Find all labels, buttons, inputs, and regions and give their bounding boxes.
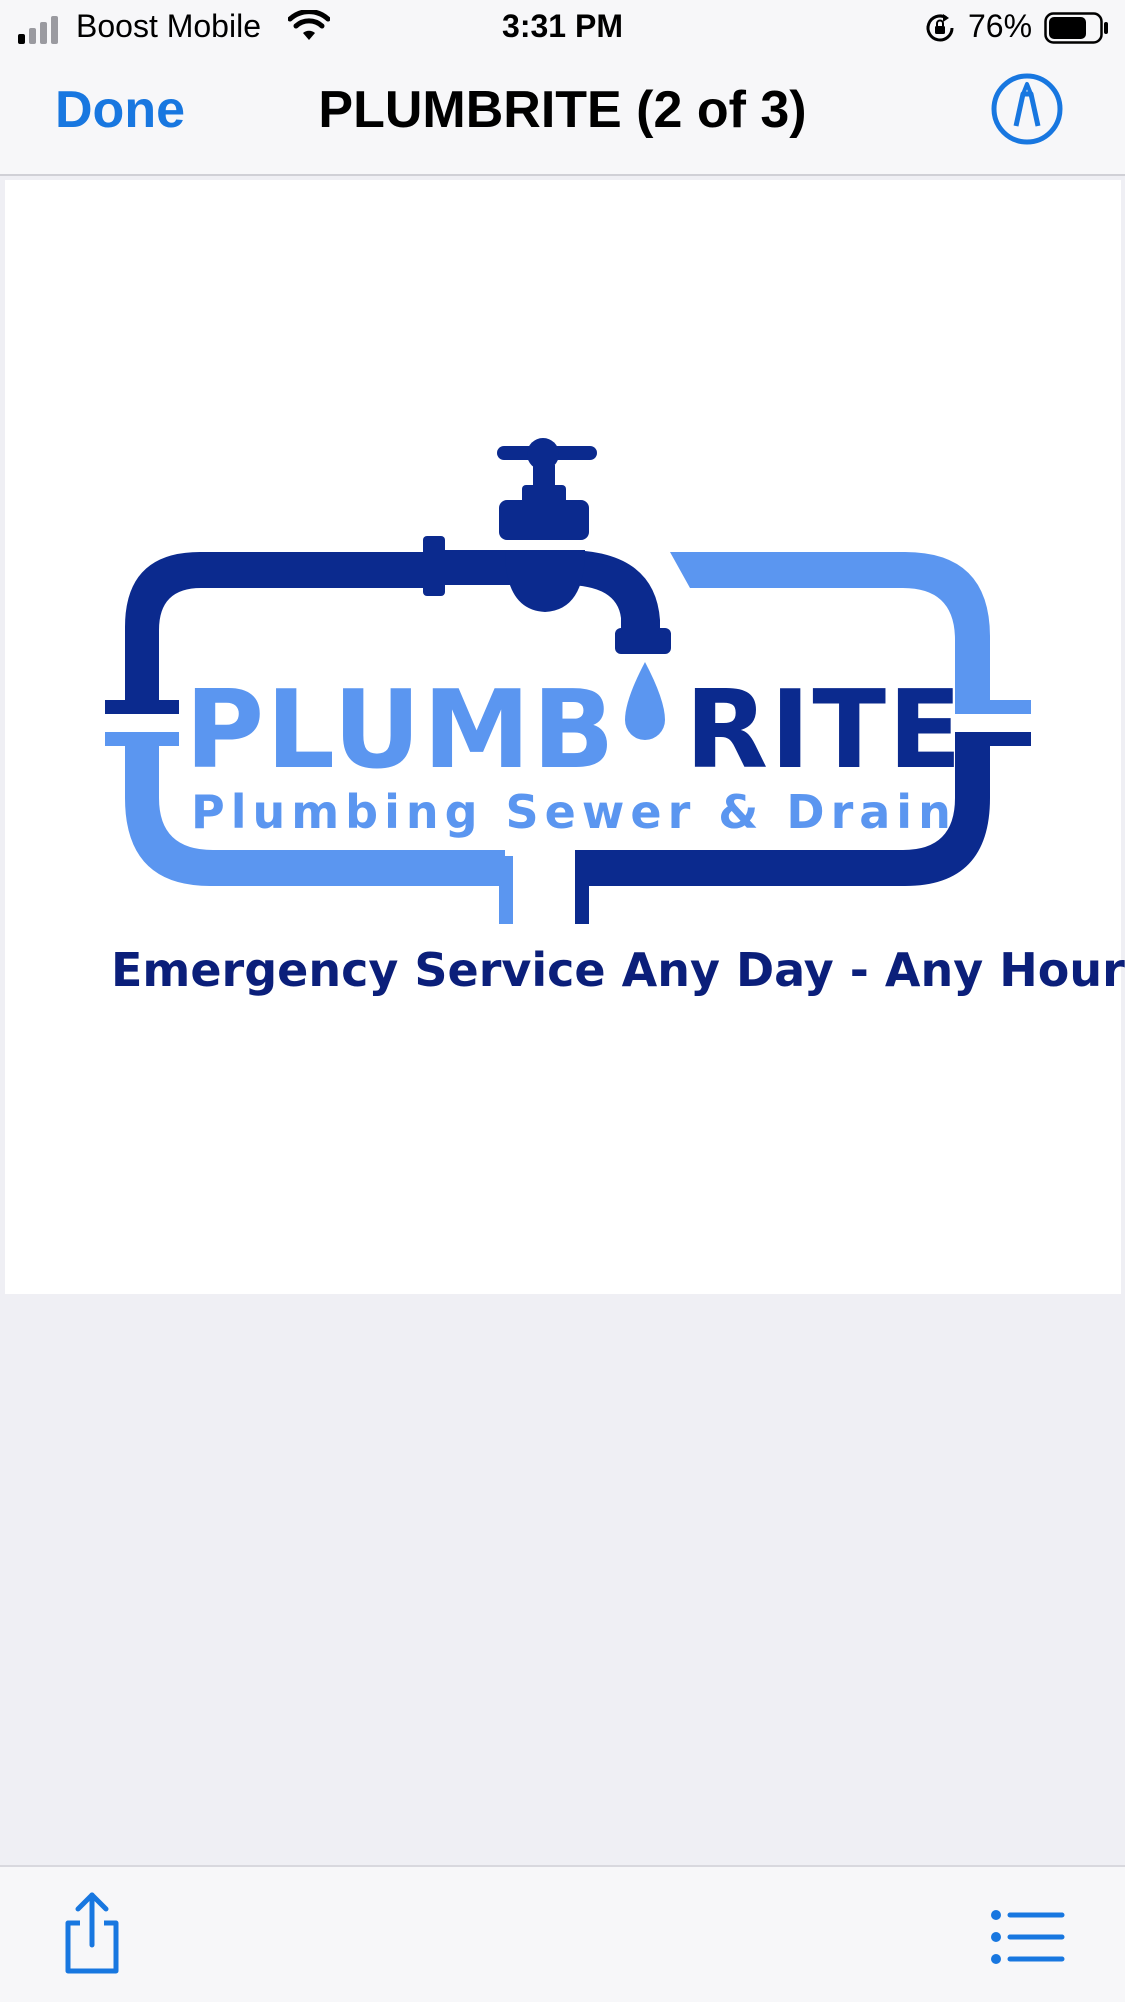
- rotation-lock-icon: [926, 14, 954, 42]
- image-viewer[interactable]: PLUMB RITE Plumbing Sewer & Drain Emerge…: [5, 180, 1125, 1294]
- battery-percent: 76%: [968, 8, 1033, 44]
- list-icon[interactable]: [990, 1909, 1066, 1965]
- share-icon[interactable]: [60, 1889, 124, 1975]
- faucet-icon: [423, 438, 671, 654]
- logo-subtitle: Plumbing Sewer & Drain: [191, 785, 957, 839]
- battery-icon: [1044, 12, 1108, 44]
- logo-brand-left: PLUMB: [185, 668, 617, 793]
- logo-tagline: Emergency Service Any Day - Any Hour: [111, 943, 1125, 997]
- logo-brand-right: RITE: [685, 668, 964, 793]
- status-time: 3:31 PM: [502, 8, 623, 44]
- page-title: PLUMBRITE (2 of 3): [318, 81, 807, 139]
- navigation-bar: Done PLUMBRITE (2 of 3): [0, 56, 1125, 176]
- water-drop-icon: [625, 662, 665, 740]
- done-button[interactable]: Done: [55, 80, 185, 140]
- status-bar: Boost Mobile 3:31 PM 76%: [0, 0, 1125, 56]
- markup-pen-icon[interactable]: [990, 72, 1064, 146]
- bottom-toolbar: [0, 1865, 1125, 2002]
